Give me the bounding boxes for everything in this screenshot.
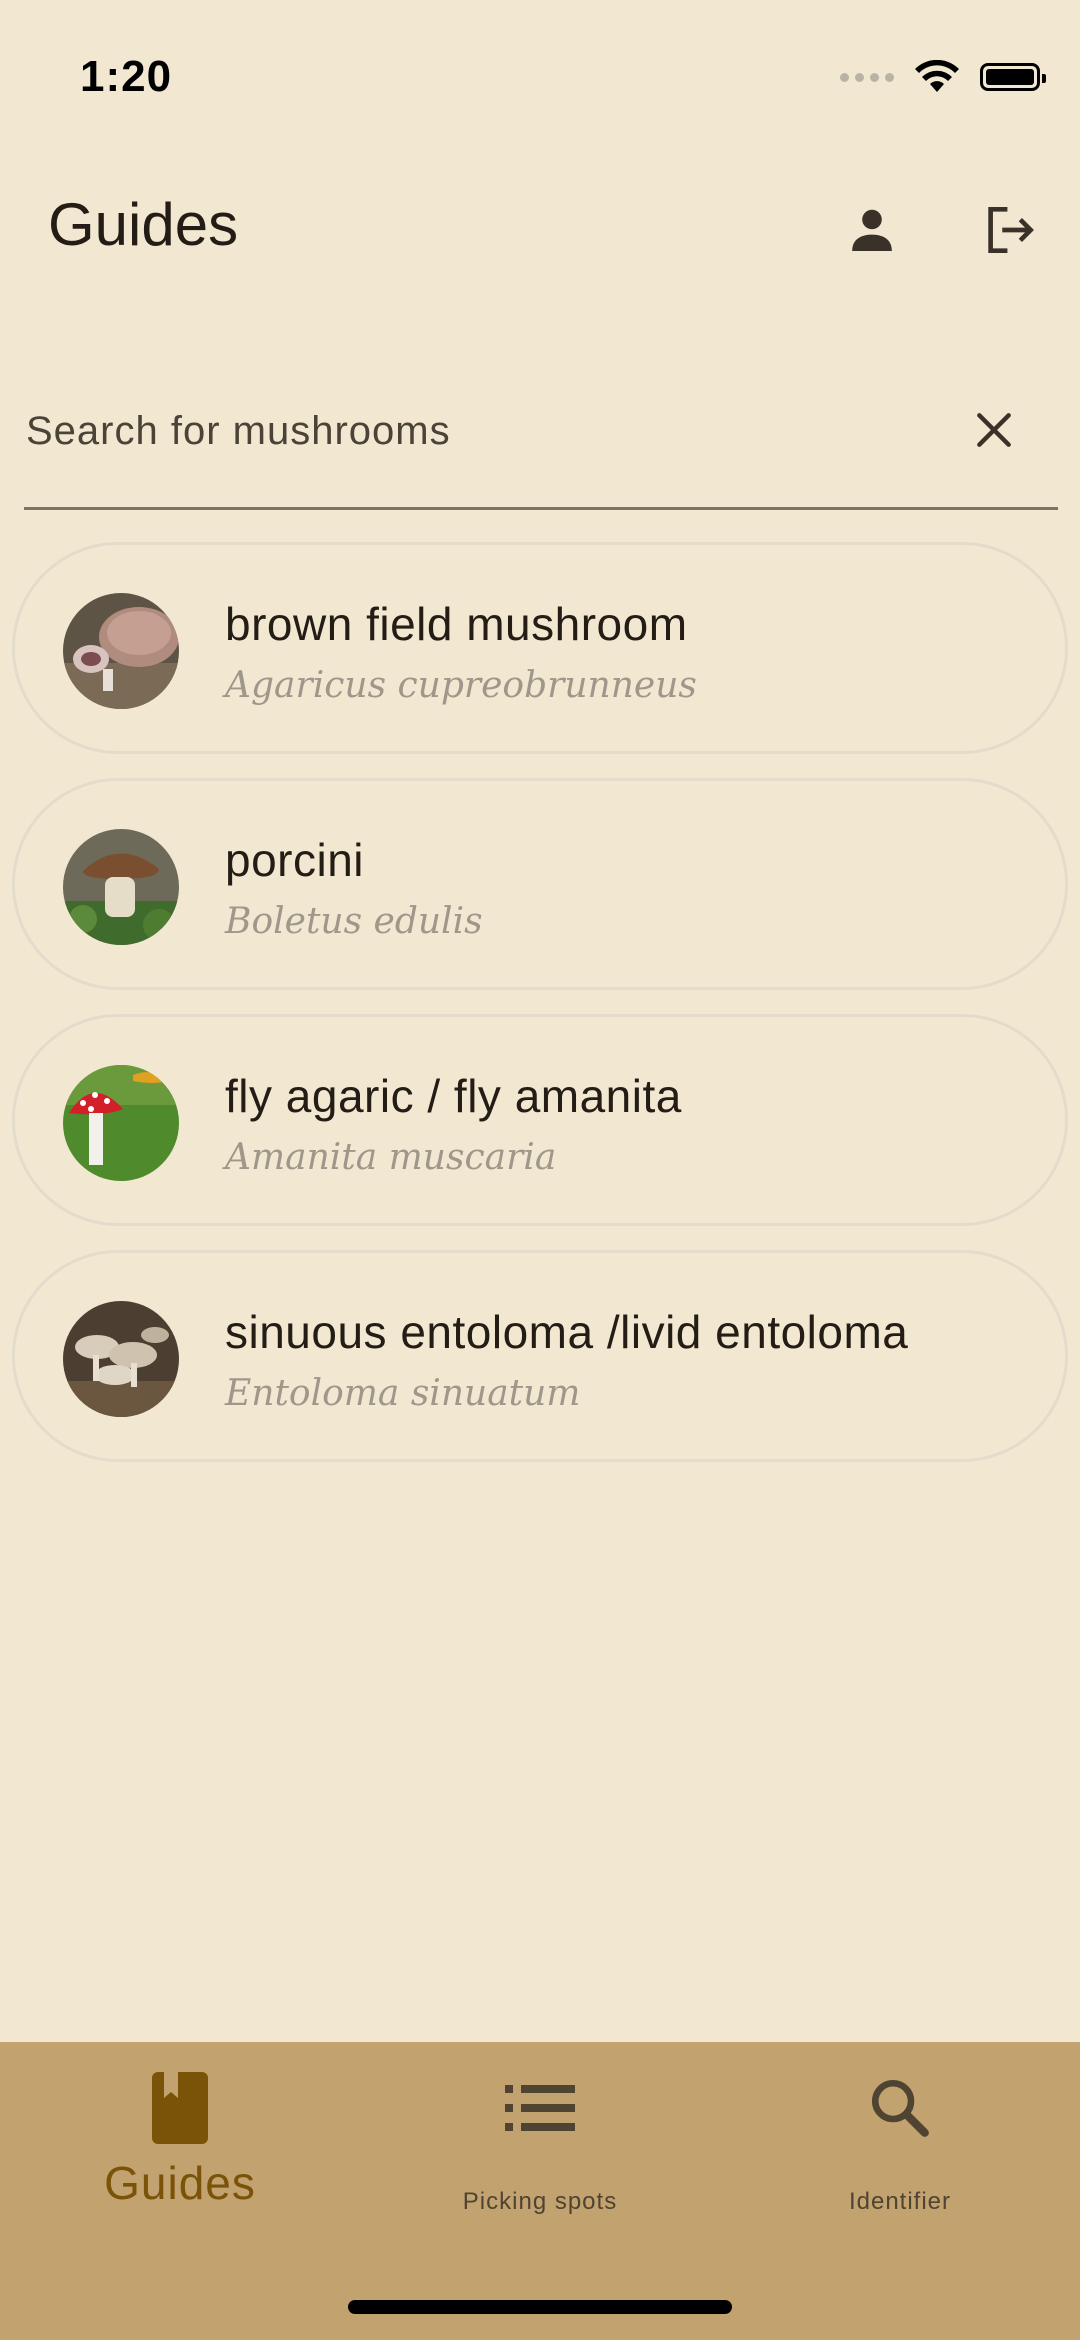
mushroom-latin-name: Entoloma sinuatum xyxy=(225,1373,581,1414)
page-title: Guides xyxy=(48,191,239,258)
nav-item-guides[interactable]: Guides xyxy=(0,2042,360,2262)
nav-item-identifier[interactable]: Identifier xyxy=(720,2042,1080,2262)
battery-icon xyxy=(980,63,1046,91)
mushroom-thumbnail xyxy=(63,829,179,945)
search-bar xyxy=(24,360,1058,510)
profile-button[interactable] xyxy=(832,190,912,270)
mushroom-list: brown field mushroom Agaricus cupreobrun… xyxy=(12,542,1068,1486)
logout-icon xyxy=(988,207,1034,253)
nav-item-picking-spots[interactable]: Picking spots xyxy=(360,2042,720,2262)
mushroom-latin-name: Agaricus cupreobrunneus xyxy=(225,665,697,706)
wifi-icon xyxy=(915,60,959,92)
mushroom-item-sinuous-entoloma[interactable]: sinuous entoloma /livid entoloma Entolom… xyxy=(12,1250,1068,1462)
mushroom-thumbnail xyxy=(63,593,179,709)
mushroom-item-fly-agaric[interactable]: fly agaric / fly amanita Amanita muscari… xyxy=(12,1014,1068,1226)
search-icon xyxy=(860,2068,940,2148)
list-icon xyxy=(500,2068,580,2148)
mushroom-item-brown-field-mushroom[interactable]: brown field mushroom Agaricus cupreobrun… xyxy=(12,542,1068,754)
mushroom-common-name: sinuous entoloma /livid entoloma xyxy=(225,1306,909,1358)
status-bar: 1:20 xyxy=(0,0,1080,150)
mushroom-item-porcini[interactable]: porcini Boletus edulis xyxy=(12,778,1068,990)
mushroom-common-name: fly agaric / fly amanita xyxy=(225,1070,682,1122)
mushroom-common-name: porcini xyxy=(225,834,365,886)
status-indicators xyxy=(840,60,1046,94)
book-icon xyxy=(140,2068,220,2148)
logout-button[interactable] xyxy=(970,190,1050,270)
close-icon xyxy=(977,413,1011,447)
mushroom-latin-name: Boletus edulis xyxy=(225,901,483,942)
nav-label-guides: Guides xyxy=(104,2157,256,2209)
person-icon xyxy=(852,209,892,251)
app-bar: Guides xyxy=(0,160,1080,290)
bottom-navigation: Guides Picking spots Identifier xyxy=(0,2042,1080,2340)
mushroom-thumbnail xyxy=(63,1301,179,1417)
cellular-signal-icon xyxy=(840,72,894,82)
mushroom-thumbnail xyxy=(63,1065,179,1181)
nav-label-identifier: Identifier xyxy=(848,2188,952,2215)
clear-search-button[interactable] xyxy=(954,390,1034,470)
mushroom-latin-name: Amanita muscaria xyxy=(225,1137,557,1178)
nav-label-picking-spots: Picking spots xyxy=(462,2188,618,2215)
search-input[interactable] xyxy=(24,390,928,472)
mushroom-common-name: brown field mushroom xyxy=(225,598,688,650)
status-time: 1:20 xyxy=(80,52,173,101)
home-indicator xyxy=(348,2300,732,2314)
